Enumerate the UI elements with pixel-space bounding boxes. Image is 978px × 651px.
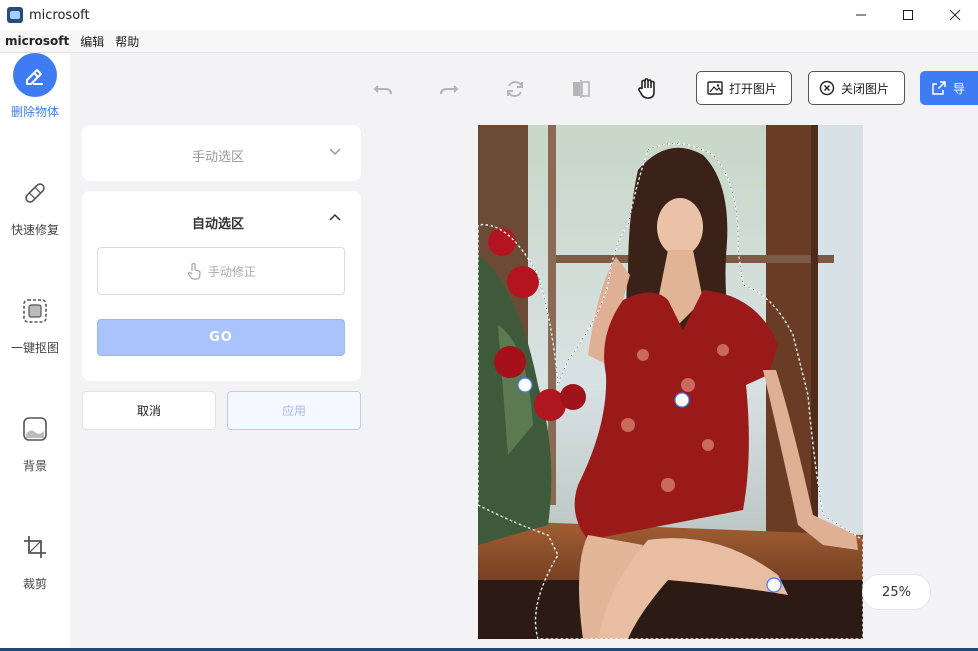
minimize-button[interactable] [837, 0, 884, 30]
zoom-value: 25% [882, 584, 911, 600]
compare-button[interactable] [567, 75, 595, 103]
export-button[interactable]: 导 [920, 71, 978, 105]
compare-icon [573, 80, 590, 98]
close-image-button[interactable]: 关闭图片 [808, 71, 905, 105]
nav-item-crop[interactable]: 裁剪 [0, 525, 70, 592]
nav-label: 快速修复 [10, 223, 59, 237]
chevron-down-icon [329, 148, 341, 156]
nav-label: 背景 [22, 459, 47, 473]
maximize-button[interactable] [884, 0, 931, 30]
export-label: 导 [953, 81, 966, 96]
cancel-button[interactable]: 取消 [82, 391, 216, 430]
menu-brand[interactable]: microsoft [5, 34, 69, 48]
window-title: microsoft [29, 7, 90, 23]
hand-tool-button[interactable] [633, 75, 661, 103]
app-icon [7, 7, 23, 23]
nav-label: 删除物体 [10, 105, 59, 119]
nav-item-remove-object[interactable]: 删除物体 [0, 53, 70, 120]
nav-item-quick-fix[interactable]: 快速修复 [0, 171, 70, 238]
cancel-label: 取消 [136, 404, 161, 418]
hand-icon [638, 78, 655, 99]
menu-bar: microsoft 编辑 帮助 [0, 30, 978, 53]
image-canvas[interactable] [478, 125, 863, 639]
manual-select-title: 手动选区 [192, 150, 245, 165]
close-circle-icon [819, 80, 835, 96]
auto-select-title[interactable]: 自动选区 [192, 213, 244, 232]
touch-icon [186, 262, 202, 280]
apply-label: 应用 [281, 404, 306, 418]
manual-fix-button[interactable]: 手动修正 [97, 247, 345, 295]
redo-icon [440, 85, 459, 95]
cutout-icon [13, 289, 57, 333]
undo-icon [373, 85, 392, 95]
open-image-button[interactable]: 打开图片 [696, 71, 792, 105]
manual-select-card[interactable]: 手动选区 [82, 125, 361, 181]
close-image-label: 关闭图片 [841, 81, 890, 96]
photo [478, 125, 863, 639]
menu-help[interactable]: 帮助 [115, 33, 139, 50]
export-icon [931, 80, 947, 96]
nav-label: 一键抠图 [10, 341, 59, 355]
left-nav: 删除物体 快速修复 一键抠图 背景 裁剪 [0, 53, 70, 651]
bandage-icon [13, 171, 57, 215]
manual-fix-label: 手动修正 [207, 264, 256, 279]
go-label: GO [209, 330, 233, 345]
maximize-icon [902, 10, 913, 20]
zoom-level[interactable]: 25% [862, 574, 931, 610]
nav-item-cutout[interactable]: 一键抠图 [0, 289, 70, 356]
chevron-up-icon [329, 213, 341, 221]
crop-icon [13, 525, 57, 569]
redo-button[interactable] [435, 75, 463, 103]
title-bar: microsoft [0, 0, 978, 30]
refresh-icon [507, 81, 523, 97]
open-image-label: 打开图片 [729, 81, 778, 96]
close-window-button[interactable] [931, 0, 978, 30]
window-controls [837, 0, 978, 30]
menu-edit[interactable]: 编辑 [80, 33, 104, 50]
undo-button[interactable] [369, 75, 397, 103]
apply-button[interactable]: 应用 [227, 391, 361, 430]
image-icon [707, 80, 723, 96]
auto-select-card: 自动选区 手动修正 GO [82, 191, 361, 381]
nav-item-background[interactable]: 背景 [0, 407, 70, 474]
close-icon [949, 9, 960, 21]
background-icon [13, 407, 57, 451]
nav-label: 裁剪 [22, 577, 47, 591]
minimize-icon [855, 14, 866, 16]
eraser-icon [13, 53, 57, 97]
go-button[interactable]: GO [97, 319, 345, 356]
reset-button[interactable] [501, 75, 529, 103]
